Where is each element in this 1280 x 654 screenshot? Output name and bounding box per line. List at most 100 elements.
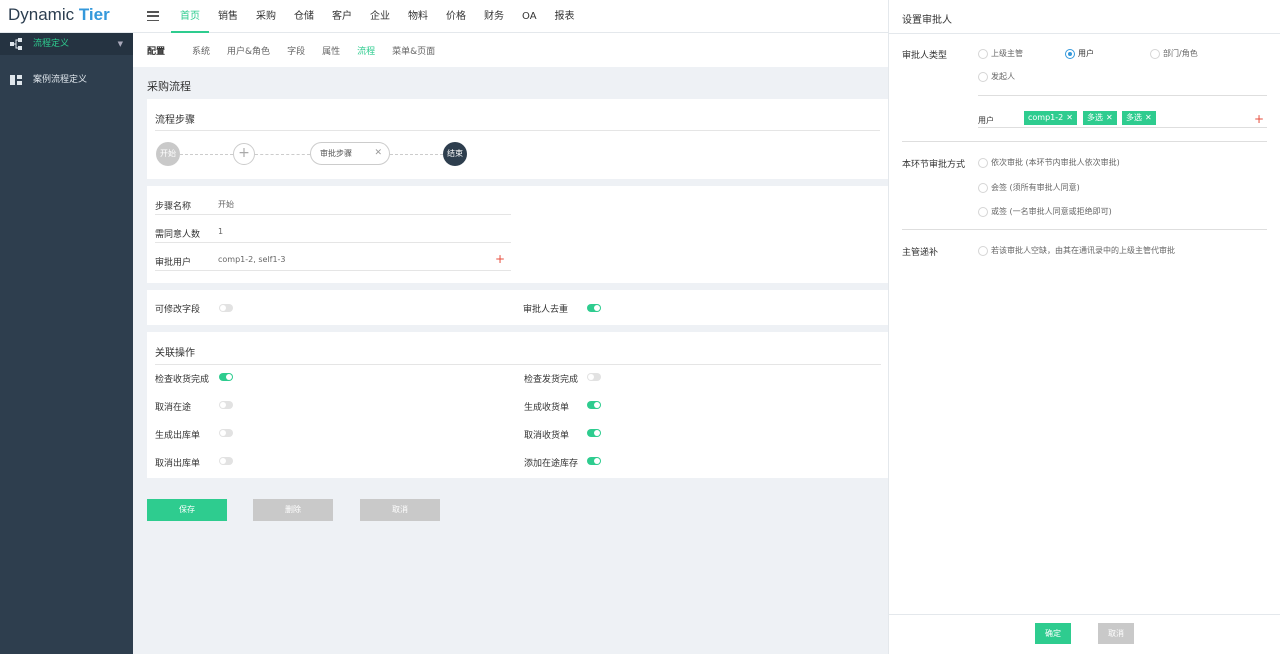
step-name-value[interactable]: 开始 xyxy=(218,199,234,210)
nav-warehouse[interactable]: 仓储 xyxy=(285,0,323,33)
user-tag[interactable]: comp1-2 ✕ xyxy=(1024,111,1077,125)
flow-steps-card: 流程步骤 开始 + 审批步骤 ✕ 结束 xyxy=(147,99,888,179)
op-cancel-transit-label: 取消在途 xyxy=(155,403,192,413)
radio-fallback[interactable]: 若该审批人空缺，由其在通讯录中的上级主管代审批 xyxy=(978,245,1175,256)
nav-customer[interactable]: 客户 xyxy=(323,0,361,33)
approval-method-label: 本环节审批方式 xyxy=(902,160,966,170)
confirm-button[interactable]: 确定 xyxy=(1035,623,1071,644)
op-create-outbound-toggle[interactable] xyxy=(219,429,233,437)
close-icon[interactable]: ✕ xyxy=(374,143,382,164)
radio-department-role[interactable]: 部门/角色 xyxy=(1150,48,1198,59)
app-logo[interactable]: Dynamic Tier xyxy=(8,5,110,25)
op-cancel-transit-toggle[interactable] xyxy=(219,401,233,409)
op-check-shipment-toggle[interactable] xyxy=(587,373,601,381)
top-bar: Dynamic Tier 首页 销售 采购 仓储 客户 企业 物料 价格 财务 … xyxy=(0,0,888,33)
approver-type-label: 审批人类型 xyxy=(902,51,948,61)
radio-countersign[interactable]: 会签 (须所有审批人同意) xyxy=(978,182,1080,193)
editable-fields-toggle[interactable] xyxy=(219,304,233,312)
op-create-receipt-toggle[interactable] xyxy=(587,401,601,409)
approval-step-label: 审批步骤 xyxy=(320,149,352,158)
flow-node-approval-step[interactable]: 审批步骤 ✕ xyxy=(310,142,390,165)
app-name-part1: Dynamic xyxy=(8,5,75,24)
sidebar: 流程定义 ▼ 案例流程定义 xyxy=(0,33,133,654)
nav-sales[interactable]: 销售 xyxy=(209,0,247,33)
tab-users-roles[interactable]: 用户&角色 xyxy=(227,44,270,57)
radio-or-sign[interactable]: 或签 (一名审批人同意或拒绝即可) xyxy=(978,206,1112,217)
add-user-tag-button[interactable]: + xyxy=(1254,112,1264,126)
op-check-receipt-toggle[interactable] xyxy=(219,373,233,381)
required-approvals-value[interactable]: 1 xyxy=(218,227,223,236)
flow-connector xyxy=(180,154,233,155)
set-approver-panel: 设置审批人 审批人类型 上级主管 用户 部门/角色 发起人 用户 comp1-2… xyxy=(888,0,1280,654)
page-title: 采购流程 xyxy=(147,80,191,93)
user-tag[interactable]: 多选 ✕ xyxy=(1083,111,1117,125)
nav-home[interactable]: 首页 xyxy=(171,0,209,33)
flow-icon xyxy=(10,38,22,50)
subnav-label: 配置 xyxy=(147,46,166,57)
required-approvals-row: 需同意人数 1 xyxy=(155,215,511,243)
divider xyxy=(902,229,1267,230)
nav-reports[interactable]: 报表 xyxy=(546,0,584,33)
nav-materials[interactable]: 物料 xyxy=(399,0,437,33)
tab-menus-pages[interactable]: 菜单&页面 xyxy=(392,44,435,57)
sidebar-item-label: 流程定义 xyxy=(33,39,70,49)
dedupe-approvers-label: 审批人去重 xyxy=(523,305,569,315)
nav-finance[interactable]: 财务 xyxy=(475,0,513,33)
radio-initiator[interactable]: 发起人 xyxy=(978,71,1015,82)
hamburger-menu-icon[interactable] xyxy=(147,11,159,22)
related-operations-card: 关联操作 检查收货完成 取消在途 生成出库单 取消出库单 检查发货完成 生成收货… xyxy=(147,332,888,478)
op-add-transit-stock-toggle[interactable] xyxy=(587,457,601,465)
nav-price[interactable]: 价格 xyxy=(437,0,475,33)
approval-users-row: 审批用户 comp1-2, self1-3 + xyxy=(155,243,511,271)
op-add-transit-stock-label: 添加在途库存 xyxy=(524,459,579,469)
tab-flow[interactable]: 流程 xyxy=(357,44,375,57)
add-user-button[interactable]: + xyxy=(495,252,505,266)
sidebar-item-case-flow[interactable]: 案例流程定义 xyxy=(0,69,133,91)
flow-node-end[interactable]: 结束 xyxy=(443,142,467,166)
op-cancel-receipt-toggle[interactable] xyxy=(587,429,601,437)
case-flow-icon xyxy=(10,75,22,85)
tag-label: comp1-2 xyxy=(1028,113,1064,122)
nav-oa[interactable]: OA xyxy=(513,0,546,33)
required-approvals-label: 需同意人数 xyxy=(155,230,201,240)
divider xyxy=(978,127,1267,128)
save-button[interactable]: 保存 xyxy=(147,499,227,521)
radio-sequential[interactable]: 依次审批 (本环节内审批人依次审批) xyxy=(978,157,1120,168)
divider xyxy=(889,614,1280,615)
divider xyxy=(155,130,880,131)
step-name-row: 步骤名称 开始 xyxy=(155,187,511,215)
user-tag[interactable]: 多选 ✕ xyxy=(1122,111,1156,125)
flow-node-start[interactable]: 开始 xyxy=(156,142,180,166)
sidebar-item-flow-definition[interactable]: 流程定义 ▼ xyxy=(0,33,133,55)
sidebar-item-label: 案例流程定义 xyxy=(33,75,88,85)
close-icon[interactable]: ✕ xyxy=(1066,113,1073,122)
cancel-button[interactable]: 取消 xyxy=(360,499,440,521)
panel-cancel-button[interactable]: 取消 xyxy=(1098,623,1134,644)
divider xyxy=(902,141,1267,142)
nav-enterprise[interactable]: 企业 xyxy=(361,0,399,33)
editable-fields-label: 可修改字段 xyxy=(155,305,201,315)
dedupe-approvers-toggle[interactable] xyxy=(587,304,601,312)
close-icon[interactable]: ✕ xyxy=(1145,113,1152,122)
op-create-outbound-label: 生成出库单 xyxy=(155,431,201,441)
app-name-part2: Tier xyxy=(78,5,110,24)
op-check-receipt-label: 检查收货完成 xyxy=(155,375,210,385)
settings-card: 可修改字段 审批人去重 xyxy=(147,290,888,325)
divider xyxy=(978,95,1267,96)
tag-label: 多选 xyxy=(1087,113,1103,122)
related-operations-title: 关联操作 xyxy=(155,348,195,359)
tab-attributes[interactable]: 属性 xyxy=(322,44,340,57)
nav-purchase[interactable]: 采购 xyxy=(247,0,285,33)
delete-button[interactable]: 删除 xyxy=(253,499,333,521)
panel-title: 设置审批人 xyxy=(902,15,952,26)
close-icon[interactable]: ✕ xyxy=(1106,113,1113,122)
divider xyxy=(155,364,881,365)
op-cancel-outbound-toggle[interactable] xyxy=(219,457,233,465)
tab-system[interactable]: 系统 xyxy=(192,44,210,57)
approval-users-value[interactable]: comp1-2, self1-3 xyxy=(218,255,286,264)
radio-user[interactable]: 用户 xyxy=(1065,48,1094,59)
tab-fields[interactable]: 字段 xyxy=(287,44,305,57)
add-step-button[interactable]: + xyxy=(233,143,255,165)
radio-supervisor[interactable]: 上级主管 xyxy=(978,48,1023,59)
op-create-receipt-label: 生成收货单 xyxy=(524,403,570,413)
